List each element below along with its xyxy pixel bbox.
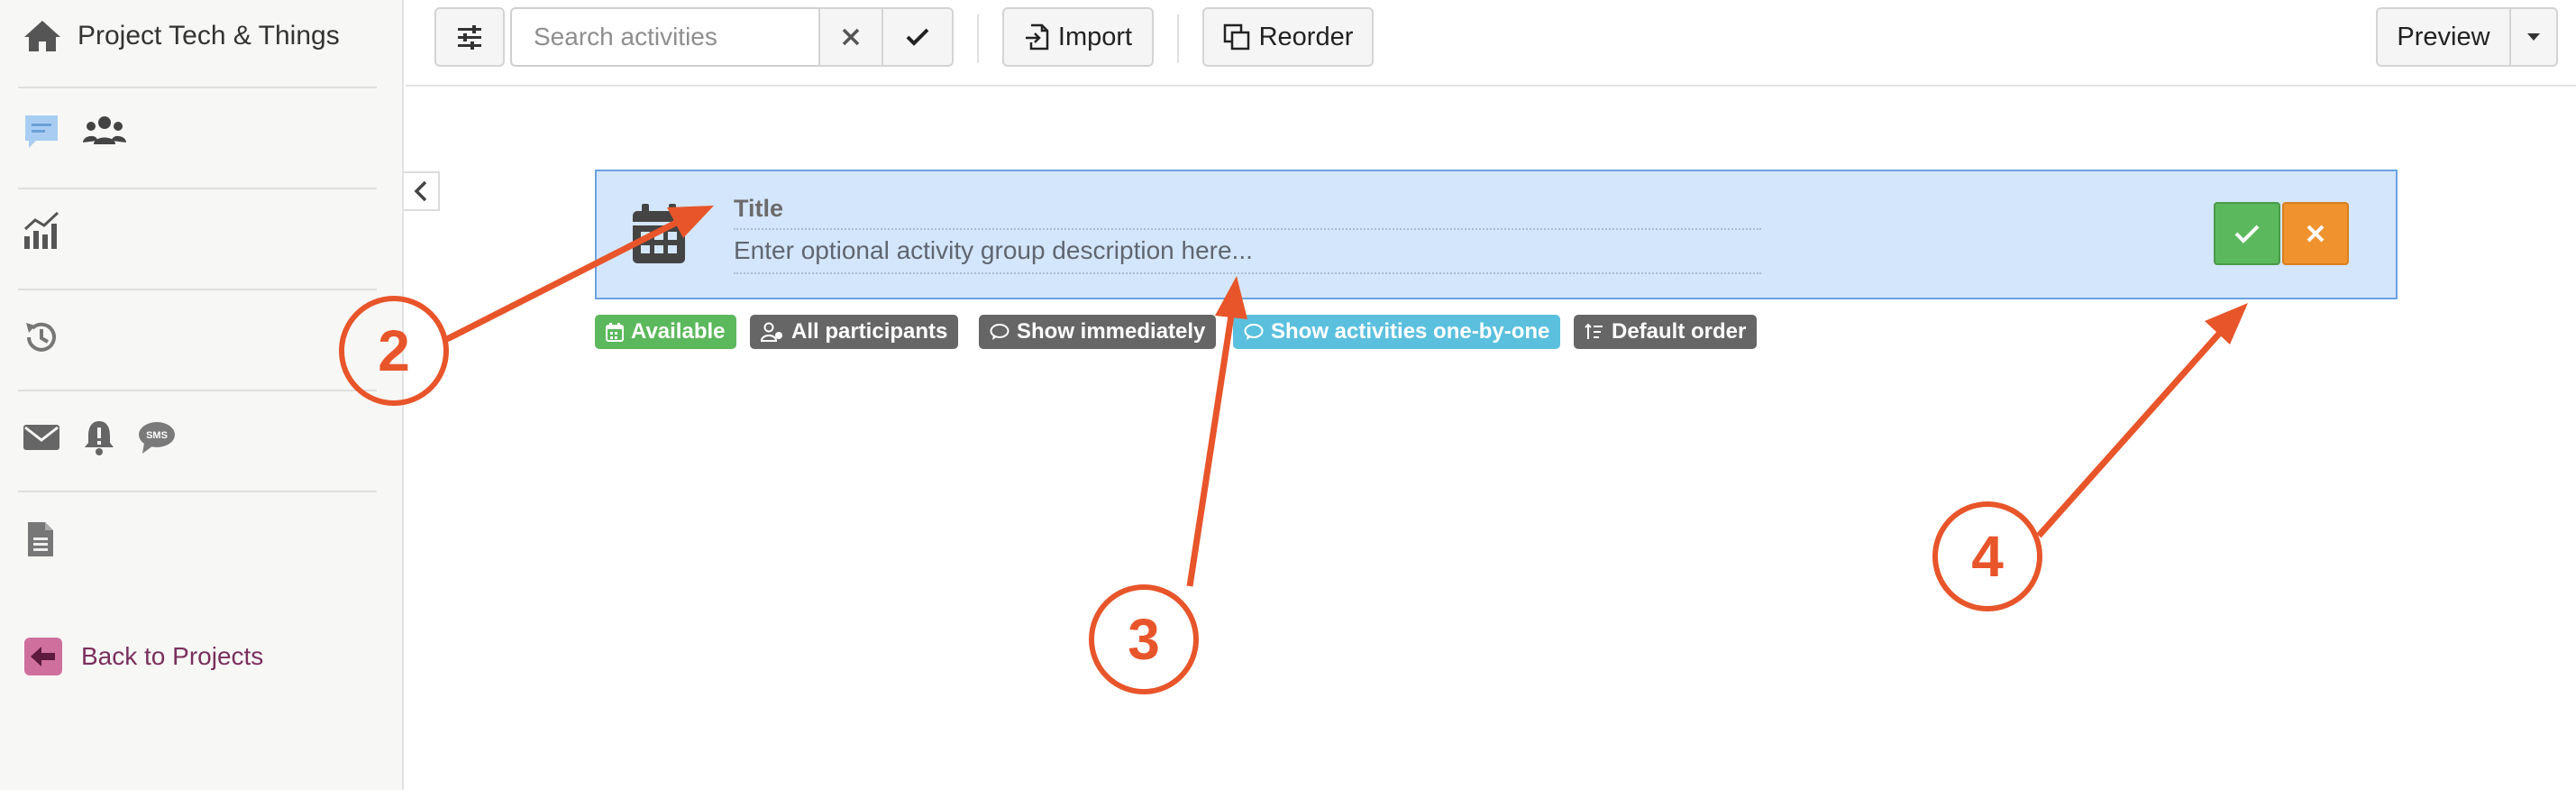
comment-icon xyxy=(990,323,1009,341)
email-icon[interactable] xyxy=(22,421,61,454)
reorder-icon xyxy=(1223,23,1250,51)
import-button[interactable]: Import xyxy=(1002,7,1154,67)
group-title-input[interactable]: Title xyxy=(734,195,1761,230)
home-icon xyxy=(22,18,63,54)
sort-order-icon xyxy=(1585,323,1604,341)
check-icon xyxy=(905,27,930,47)
sidebar-divider xyxy=(18,188,377,189)
calendar-icon xyxy=(606,322,624,342)
annotation-callout: 4 xyxy=(1932,501,2042,611)
annotation-number: 2 xyxy=(378,318,410,383)
order-tag[interactable]: Default order xyxy=(1574,315,1758,349)
preview-label: Preview xyxy=(2397,22,2490,51)
close-icon xyxy=(841,27,861,47)
sliders-icon xyxy=(456,24,483,50)
analytics-icon[interactable] xyxy=(22,209,65,251)
apply-search-button[interactable] xyxy=(882,7,954,67)
tag-label: Show immediately xyxy=(1017,319,1206,344)
annotation-callout: 3 xyxy=(1089,584,1199,694)
chat-icon[interactable] xyxy=(22,112,61,152)
chevron-left-icon xyxy=(412,179,430,203)
close-icon xyxy=(2305,223,2326,244)
back-to-projects-label: Back to Projects xyxy=(81,642,264,670)
document-icon[interactable] xyxy=(22,519,58,559)
caret-down-icon xyxy=(2526,32,2541,41)
project-title: Project Tech & Things xyxy=(78,21,340,51)
calendar-icon xyxy=(631,202,687,265)
participants-tag[interactable]: All participants xyxy=(750,315,959,349)
sms-icon[interactable]: SMS xyxy=(137,419,177,455)
search-input[interactable] xyxy=(510,7,820,67)
comment-icon xyxy=(1244,323,1264,341)
history-icon[interactable] xyxy=(22,317,61,357)
annotation-number: 4 xyxy=(1971,524,2004,589)
preview-button[interactable]: Preview xyxy=(2376,7,2511,67)
sidebar-divider xyxy=(18,491,377,492)
preview-dropdown-button[interactable] xyxy=(2509,7,2558,67)
check-icon xyxy=(2233,223,2261,244)
tag-label: All participants xyxy=(791,319,948,344)
sidebar-divider xyxy=(18,390,377,391)
tag-label: Available xyxy=(631,319,726,344)
annotation-number: 3 xyxy=(1128,607,1160,672)
reorder-button[interactable]: Reorder xyxy=(1202,7,1374,67)
filter-settings-button[interactable] xyxy=(434,7,505,67)
sidebar-divider xyxy=(18,289,377,290)
annotation-callout: 2 xyxy=(339,296,449,406)
project-home-link[interactable]: Project Tech & Things xyxy=(22,18,340,54)
tag-label: Show activities one-by-one xyxy=(1271,319,1550,344)
confirm-group-button[interactable] xyxy=(2214,202,2280,265)
user-gear-icon xyxy=(761,322,784,342)
collapse-sidebar-button[interactable] xyxy=(404,171,440,211)
clear-search-button[interactable] xyxy=(818,7,883,67)
back-arrow-icon xyxy=(23,637,63,676)
back-to-projects-link[interactable]: Back to Projects xyxy=(23,637,263,676)
availability-tag[interactable]: Available xyxy=(595,315,736,349)
tag-label: Default order xyxy=(1612,319,1747,344)
notification-bell-icon[interactable] xyxy=(81,418,117,456)
reorder-label: Reorder xyxy=(1258,22,1354,51)
cancel-group-button[interactable] xyxy=(2282,202,2349,265)
svg-text:SMS: SMS xyxy=(146,430,168,441)
sidebar: Project Tech & Things SMS Back to Projec… xyxy=(0,0,404,790)
participants-icon[interactable] xyxy=(81,114,128,150)
import-label: Import xyxy=(1057,22,1133,51)
sidebar-divider xyxy=(18,87,377,88)
group-description-input[interactable]: Enter optional activity group descriptio… xyxy=(734,236,1761,274)
visibility-tag[interactable]: Show immediately xyxy=(979,315,1217,349)
display-mode-tag[interactable]: Show activities one-by-one xyxy=(1233,315,1561,349)
import-icon xyxy=(1024,23,1049,51)
toolbar-divider xyxy=(1177,14,1179,63)
toolbar-divider xyxy=(977,14,979,63)
activity-group-editor: Title Enter optional activity group desc… xyxy=(595,170,2398,299)
